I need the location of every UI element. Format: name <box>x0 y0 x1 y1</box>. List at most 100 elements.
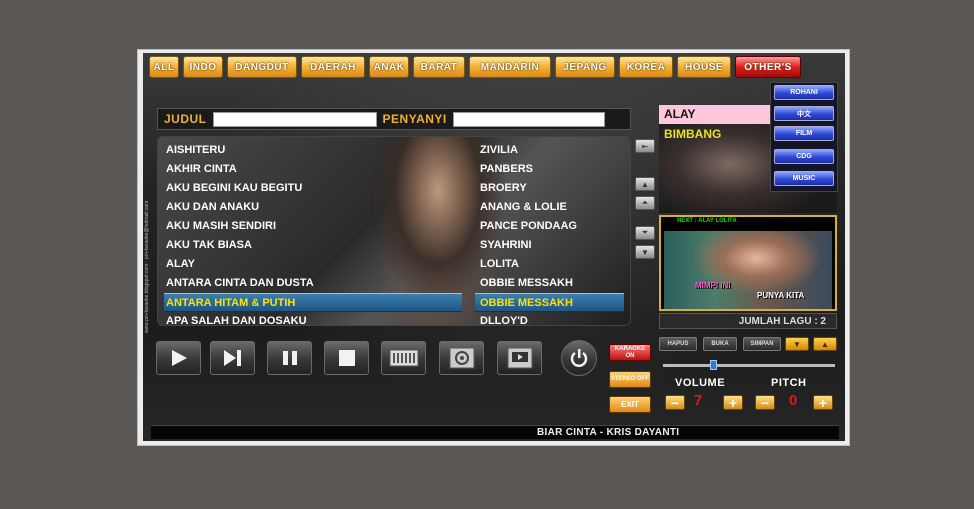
page-up-icon: ⏶ <box>641 198 649 207</box>
song-artist[interactable]: ZIVILIA <box>478 141 624 160</box>
power-icon <box>570 349 588 367</box>
now-playing-status: BIAR CINTA - KRIS DAYANTI <box>537 427 680 438</box>
volume-up-button[interactable]: + <box>723 395 743 410</box>
minus-icon: − <box>670 394 680 411</box>
others-item-film[interactable]: FILM <box>774 126 834 141</box>
category-barat[interactable]: BARAT <box>413 56 465 78</box>
karaoke-toggle[interactable]: KARAOKE ON <box>609 344 651 361</box>
screen-button[interactable] <box>497 341 542 375</box>
judul-label: JUDUL <box>164 112 207 126</box>
down-arrow-icon: ▼ <box>793 339 801 349</box>
next-button[interactable] <box>210 341 255 375</box>
category-dangdut[interactable]: DANGDUT <box>227 56 297 78</box>
keyboard-button[interactable] <box>381 341 426 375</box>
minus-icon: − <box>760 394 770 411</box>
stop-button[interactable] <box>324 341 369 375</box>
power-button[interactable] <box>561 340 597 376</box>
others-item-chinese[interactable]: 中文 <box>774 106 834 121</box>
category-jepang[interactable]: JEPANG <box>555 56 615 78</box>
seek-knob[interactable] <box>710 360 717 370</box>
others-item-cdg[interactable]: CDG <box>774 149 834 164</box>
pitch-down-button[interactable]: − <box>755 395 775 410</box>
now-title: ALAY <box>659 105 779 124</box>
stereo-toggle[interactable]: STEREO OFF <box>609 371 651 388</box>
song-artist[interactable]: PANBERS <box>478 160 624 179</box>
page-top-button[interactable]: ⇤ <box>635 139 655 153</box>
play-button[interactable] <box>156 341 201 375</box>
song-artist-selected[interactable]: OBBIE MESSAKH <box>475 293 624 312</box>
lyric-caption: MIMPI INI <box>695 281 731 290</box>
category-all[interactable]: ALL <box>149 56 179 78</box>
up-icon: ▲ <box>641 179 649 189</box>
penyanyi-input[interactable] <box>452 111 605 127</box>
song-title[interactable]: AKHIR CINTA <box>164 160 454 179</box>
exit-button[interactable]: EXIT <box>609 396 651 413</box>
song-artist[interactable]: LOLITA <box>478 255 624 274</box>
settings-button[interactable] <box>439 341 484 375</box>
pitch-up-button[interactable]: + <box>813 395 833 410</box>
next-icon <box>223 350 241 366</box>
others-item-rohani[interactable]: ROHANI <box>774 85 834 100</box>
song-artist[interactable]: SYAHRINI <box>478 236 624 255</box>
search-row: JUDUL PENYANYI <box>157 108 631 130</box>
artist-column: ZIVILIA PANBERS BROERY ANANG & LOLIE PAN… <box>475 141 624 325</box>
pause-button[interactable] <box>267 341 312 375</box>
song-count-text: JUMLAH LAGU : 2 <box>738 315 826 327</box>
song-title[interactable]: AKU MASIH SENDIRI <box>164 217 454 236</box>
category-daerah[interactable]: DAERAH <box>301 56 365 78</box>
song-title[interactable]: ANTARA CINTA DAN DUSTA <box>164 274 454 293</box>
volume-label: VOLUME <box>675 377 726 389</box>
category-indo[interactable]: INDO <box>183 56 223 78</box>
page-down-button[interactable]: ⏷ <box>635 226 655 240</box>
page-up-button[interactable]: ⏶ <box>635 196 655 210</box>
play-icon <box>171 350 187 366</box>
up-arrow-icon: ▲ <box>821 339 829 349</box>
song-artist[interactable]: BROERY <box>478 179 624 198</box>
song-artist[interactable]: ANANG & LOLIE <box>478 198 624 217</box>
pause-icon <box>282 351 297 365</box>
song-artist[interactable]: OBBIE MESSAKH <box>478 274 624 293</box>
song-title[interactable]: AKU TAK BIASA <box>164 236 454 255</box>
song-artist[interactable]: PANCE PONDAAG <box>478 217 624 236</box>
hapus-button[interactable]: HAPUS <box>659 337 697 351</box>
song-artist[interactable]: DLLOY'D <box>478 312 624 325</box>
category-others[interactable]: OTHER'S <box>735 56 801 78</box>
exit-button-label: EXIT <box>621 400 639 409</box>
song-title[interactable]: AISHITERU <box>164 141 454 160</box>
category-anak[interactable]: ANAK <box>369 56 409 78</box>
song-title-selected[interactable]: ANTARA HITAM & PUTIH <box>164 293 462 312</box>
screen-icon <box>507 347 532 369</box>
judul-input[interactable] <box>212 111 377 127</box>
status-bar: BIAR CINTA - KRIS DAYANTI <box>151 425 839 439</box>
song-count: JUMLAH LAGU : 2 <box>659 313 837 329</box>
song-title[interactable]: ALAY <box>164 255 454 274</box>
down-icon: ▼ <box>641 247 649 257</box>
video-preview: NEXT : ALAY LOLITA MIMPI INI PUNYA KITA <box>659 215 837 311</box>
karaoke-toggle-label: KARAOKE ON <box>614 345 646 359</box>
plus-icon: + <box>728 394 738 411</box>
buka-button[interactable]: BUKA <box>703 337 737 351</box>
move-up-button[interactable]: ▲ <box>813 337 837 351</box>
category-house[interactable]: HOUSE <box>677 56 731 78</box>
song-title[interactable]: APA SALAH DAN DOSAKU <box>164 312 454 325</box>
scroll-up-button[interactable]: ▲ <box>635 177 655 191</box>
seek-track[interactable] <box>663 364 835 367</box>
category-korea[interactable]: KOREA <box>619 56 673 78</box>
title-column: AISHITERU AKHIR CINTA AKU BEGINI KAU BEG… <box>164 141 462 325</box>
top-icon: ⇤ <box>641 141 649 151</box>
simpan-button[interactable]: SIMPAN <box>743 337 781 351</box>
category-mandarin[interactable]: MANDARIN <box>469 56 551 78</box>
others-item-music[interactable]: MUSIC <box>774 171 834 186</box>
scroll-down-button[interactable]: ▼ <box>635 245 655 259</box>
plus-icon: + <box>818 394 828 411</box>
video-frame <box>664 231 832 309</box>
volume-down-button[interactable]: − <box>665 395 685 410</box>
move-down-button[interactable]: ▼ <box>785 337 809 351</box>
volume-value: 7 <box>694 392 703 409</box>
lyric-caption: PUNYA KITA <box>757 291 805 300</box>
song-list: AISHITERU AKHIR CINTA AKU BEGINI KAU BEG… <box>157 136 631 326</box>
song-title[interactable]: AKU DAN ANAKU <box>164 198 454 217</box>
others-menu: ROHANI 中文 FILM CDG MUSIC <box>770 82 838 192</box>
song-title[interactable]: AKU BEGINI KAU BEGITU <box>164 179 454 198</box>
karaoke-app: ALL INDO DANGDUT DAERAH ANAK BARAT MANDA… <box>143 53 845 441</box>
